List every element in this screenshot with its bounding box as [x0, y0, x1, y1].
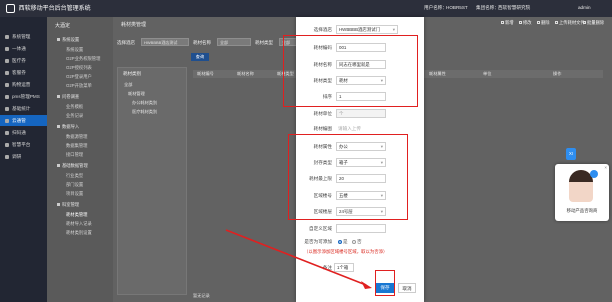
annotation-arrow-icon — [225, 229, 372, 289]
customer-service-widget[interactable]: × 移动产品咨询商 — [555, 164, 609, 221]
close-icon[interactable]: × — [604, 165, 607, 170]
chat-bubble-icon — [590, 170, 598, 178]
service-tab[interactable]: XI — [566, 148, 576, 160]
service-label: 移动产品咨询商 — [566, 208, 598, 213]
